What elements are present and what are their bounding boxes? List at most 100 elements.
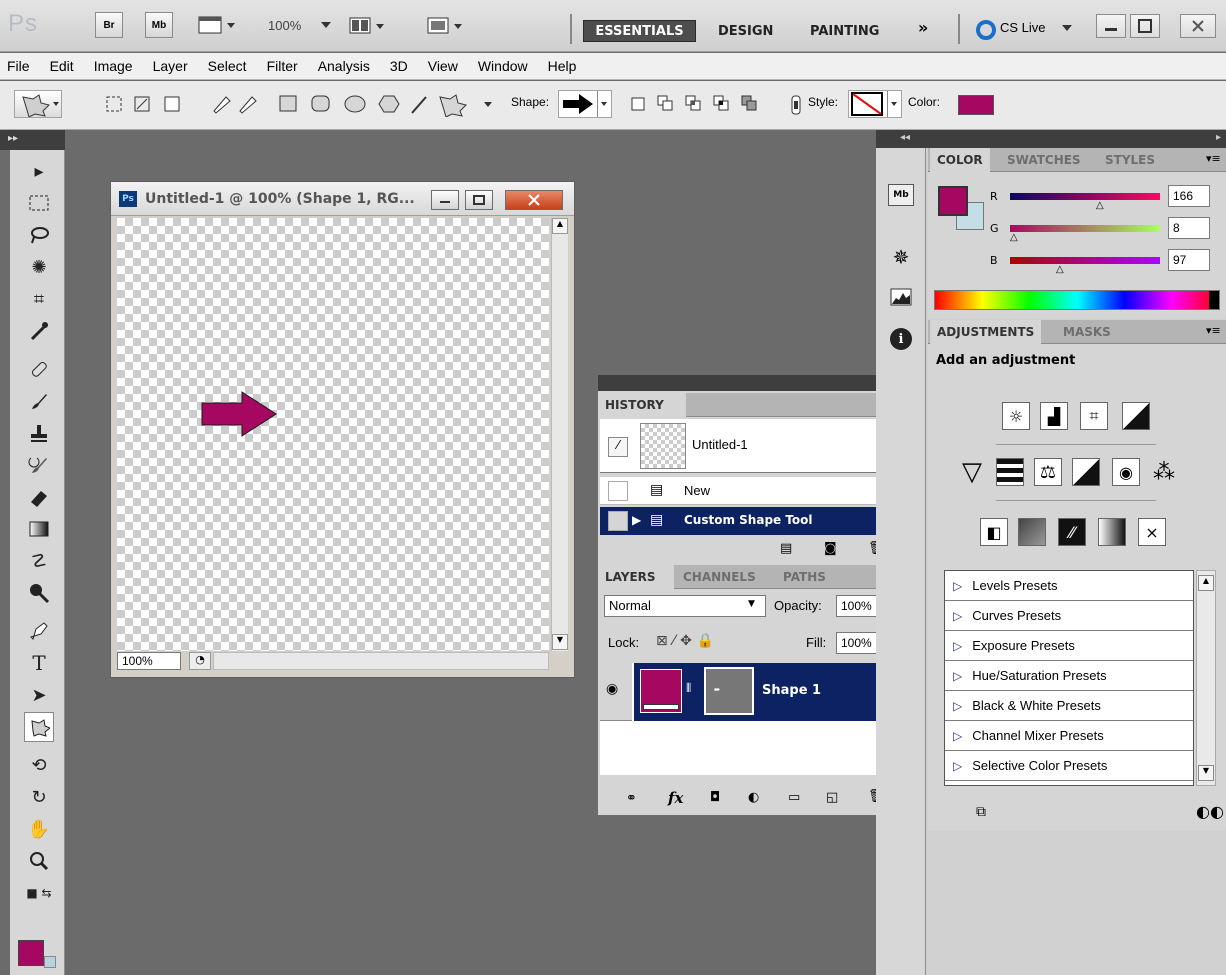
bridge-button[interactable]: Br bbox=[95, 12, 123, 38]
presets-scrollbar[interactable]: ▲ ▼ bbox=[1196, 570, 1216, 786]
b-value[interactable]: 97 bbox=[1168, 249, 1210, 271]
preset-hue-saturation[interactable]: ▷ Hue/Saturation Presets bbox=[945, 661, 1193, 691]
tab-history[interactable]: HISTORY bbox=[598, 393, 686, 417]
pen-tool-icon[interactable] bbox=[24, 616, 54, 646]
mini-bridge-panel-icon[interactable]: Mb bbox=[884, 180, 918, 210]
dodge-tool-icon[interactable] bbox=[24, 578, 54, 608]
slider-thumb-icon[interactable]: △ bbox=[1010, 232, 1018, 243]
view-extras-dropdown[interactable] bbox=[197, 12, 237, 38]
histogram-panel-icon[interactable] bbox=[884, 282, 918, 312]
workspace-essentials[interactable]: ESSENTIALS bbox=[583, 20, 696, 42]
tab-swatches[interactable]: SWATCHES bbox=[1000, 148, 1088, 172]
eye-icon[interactable]: ◉ bbox=[606, 681, 618, 697]
doc-maximize-button[interactable] bbox=[465, 190, 493, 210]
background-color-swatch[interactable] bbox=[44, 956, 56, 968]
channel-mixer-icon[interactable]: ⁂ bbox=[1150, 458, 1178, 486]
r-value[interactable]: 166 bbox=[1168, 185, 1210, 207]
panel-header[interactable]: ◂◂ | ✕ bbox=[598, 375, 918, 391]
menu-select[interactable]: Select bbox=[208, 58, 247, 74]
marquee-tool-icon[interactable] bbox=[24, 188, 54, 218]
expand-triangle-icon[interactable]: ▷ bbox=[953, 579, 962, 593]
type-tool-icon[interactable]: T bbox=[24, 648, 54, 678]
status-menu-icon[interactable]: ◔ bbox=[189, 652, 211, 670]
lock-options-icon[interactable]: ⊠⁄✥🔒 bbox=[656, 633, 719, 649]
hue-saturation-icon[interactable] bbox=[996, 458, 1024, 486]
scroll-up-icon[interactable]: ▲ bbox=[1198, 575, 1214, 591]
swap-colors-icon[interactable]: ■ ⇆ bbox=[24, 878, 54, 908]
doc-close-button[interactable] bbox=[505, 190, 563, 210]
posterize-icon[interactable] bbox=[1018, 518, 1046, 546]
scroll-down-icon[interactable]: ▼ bbox=[552, 634, 568, 650]
gradient-map-icon[interactable] bbox=[1098, 518, 1126, 546]
3d-rotate-tool-icon[interactable]: ⟲ bbox=[24, 750, 54, 780]
layer-row-shape-1[interactable]: ⦀ ➨ Shape 1 bbox=[634, 663, 894, 721]
new-snapshot-icon[interactable]: ◙ bbox=[824, 541, 837, 556]
preset-levels[interactable]: ▷ Levels Presets bbox=[945, 571, 1193, 601]
layer-style-icon[interactable]: fx bbox=[668, 789, 683, 807]
layer-fill-thumbnail[interactable] bbox=[640, 669, 682, 713]
more-workspaces-icon[interactable]: » bbox=[918, 18, 928, 37]
preset-black-white[interactable]: ▷ Black & White Presets bbox=[945, 691, 1193, 721]
new-group-icon[interactable]: ▭ bbox=[788, 790, 800, 805]
workspace-painting[interactable]: PAINTING bbox=[800, 20, 889, 42]
document-zoom-field[interactable]: 100% bbox=[117, 652, 181, 670]
workspace-design[interactable]: DESIGN bbox=[708, 20, 783, 42]
document-canvas[interactable] bbox=[117, 218, 549, 651]
tab-adjustments[interactable]: ADJUSTMENTS bbox=[930, 320, 1042, 344]
eyedropper-tool-icon[interactable] bbox=[24, 316, 54, 346]
preset-channel-mixer[interactable]: ▷ Channel Mixer Presets bbox=[945, 721, 1193, 751]
expand-triangle-icon[interactable]: ▷ bbox=[953, 609, 962, 623]
expand-triangle-icon[interactable]: ▷ bbox=[953, 759, 962, 773]
foreground-color-swatch[interactable] bbox=[18, 940, 44, 966]
tab-paths[interactable]: PATHS bbox=[776, 565, 833, 589]
color-balance-icon[interactable]: ⚖ bbox=[1034, 458, 1062, 486]
menu-3d[interactable]: 3D bbox=[390, 58, 408, 74]
zoom-level[interactable]: 100% bbox=[268, 18, 301, 33]
tab-masks[interactable]: MASKS bbox=[1056, 320, 1118, 344]
history-snapshot[interactable]: ⁄ Untitled-1 bbox=[600, 419, 894, 473]
collapse-icons-icon[interactable]: ◂◂ bbox=[900, 132, 910, 143]
custom-shape-tool-icon[interactable] bbox=[24, 712, 54, 742]
menu-filter[interactable]: Filter bbox=[267, 58, 298, 74]
tool-preset-picker[interactable] bbox=[14, 90, 62, 118]
tab-channels[interactable]: CHANNELS bbox=[676, 565, 763, 589]
zoom-tool-icon[interactable] bbox=[24, 846, 54, 876]
tab-styles[interactable]: STYLES bbox=[1098, 148, 1162, 172]
history-step[interactable]: ▤ New bbox=[600, 477, 894, 505]
history-brush-source[interactable] bbox=[608, 481, 628, 501]
exposure-icon[interactable] bbox=[1122, 402, 1150, 430]
restore-app-button[interactable] bbox=[1130, 14, 1160, 38]
panel-menu-icon[interactable]: ▾≡ bbox=[1206, 324, 1221, 337]
g-value[interactable]: 8 bbox=[1168, 217, 1210, 239]
adjustment-layer-icon[interactable]: ◐ bbox=[748, 790, 759, 805]
shape-picker[interactable] bbox=[558, 90, 612, 118]
preset-curves[interactable]: ▷ Curves Presets bbox=[945, 601, 1193, 631]
horizontal-scrollbar[interactable] bbox=[213, 652, 549, 670]
hand-tool-icon[interactable]: ✋ bbox=[24, 814, 54, 844]
crop-tool-icon[interactable]: ⌗ bbox=[24, 284, 54, 314]
foreground-color-chip[interactable] bbox=[938, 186, 968, 216]
menu-file[interactable]: File bbox=[7, 58, 30, 74]
close-app-button[interactable] bbox=[1180, 14, 1216, 38]
expand-triangle-icon[interactable]: ▷ bbox=[953, 639, 962, 653]
shape-color-swatch[interactable] bbox=[958, 95, 994, 115]
expand-triangle-icon[interactable]: ▷ bbox=[953, 669, 962, 683]
menu-analysis[interactable]: Analysis bbox=[318, 58, 370, 74]
slider-thumb-icon[interactable]: △ bbox=[1096, 200, 1104, 211]
expand-triangle-icon[interactable]: ▷ bbox=[953, 699, 962, 713]
preset-selective-color[interactable]: ▷ Selective Color Presets bbox=[945, 751, 1193, 781]
color-spectrum-ramp[interactable] bbox=[934, 290, 1220, 310]
vertical-scrollbar[interactable]: ▲ ▼ bbox=[551, 218, 568, 651]
tab-color[interactable]: COLOR bbox=[930, 148, 990, 172]
history-state-slider-icon[interactable]: ▶ bbox=[632, 513, 641, 527]
new-layer-icon[interactable]: ◱ bbox=[826, 790, 838, 805]
doc-minimize-button[interactable] bbox=[431, 190, 459, 210]
expand-triangle-icon[interactable]: ▷ bbox=[953, 729, 962, 743]
arrow-shape[interactable] bbox=[201, 391, 277, 437]
link-icon[interactable]: ⦀ bbox=[686, 681, 691, 696]
clone-stamp-tool-icon[interactable] bbox=[24, 418, 54, 448]
dock-header[interactable]: ◂◂ ▸ bbox=[876, 130, 1226, 148]
spectrum-black[interactable] bbox=[1209, 291, 1219, 309]
threshold-icon[interactable]: ⁄⁄ bbox=[1058, 518, 1086, 546]
3d-orbit-tool-icon[interactable]: ↻ bbox=[24, 782, 54, 812]
